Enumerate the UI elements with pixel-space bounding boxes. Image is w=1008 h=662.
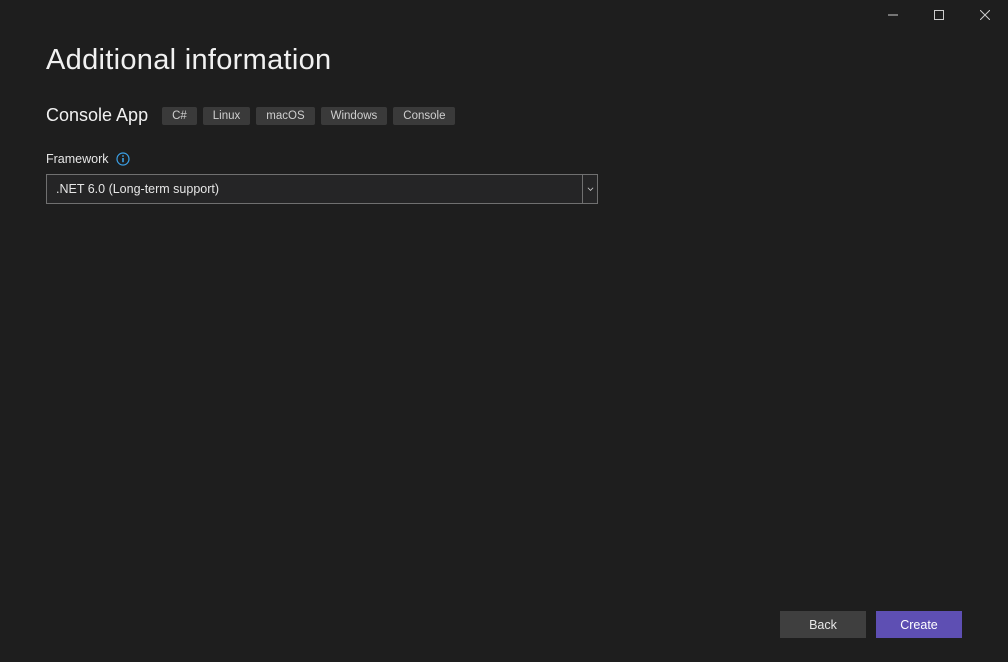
- framework-label-row: Framework: [46, 152, 962, 166]
- page-title: Additional information: [46, 44, 962, 77]
- tag-console: Console: [393, 107, 455, 125]
- content-area: Additional information Console App C# Li…: [0, 30, 1008, 204]
- project-type-row: Console App C# Linux macOS Windows Conso…: [46, 105, 962, 126]
- close-icon: [980, 10, 990, 20]
- minimize-button[interactable]: [870, 0, 916, 30]
- tag-windows: Windows: [321, 107, 388, 125]
- titlebar: [0, 0, 1008, 30]
- project-type-name: Console App: [46, 105, 148, 126]
- framework-dropdown[interactable]: .NET 6.0 (Long-term support): [46, 174, 598, 204]
- back-button[interactable]: Back: [780, 611, 866, 638]
- tag-macos: macOS: [256, 107, 314, 125]
- maximize-button[interactable]: [916, 0, 962, 30]
- framework-dropdown-value: .NET 6.0 (Long-term support): [47, 175, 583, 203]
- project-tags: C# Linux macOS Windows Console: [162, 107, 455, 125]
- footer-buttons: Back Create: [780, 611, 962, 638]
- close-button[interactable]: [962, 0, 1008, 30]
- minimize-icon: [888, 10, 898, 20]
- chevron-down-icon: [583, 175, 597, 203]
- framework-label: Framework: [46, 152, 109, 166]
- maximize-icon: [934, 10, 944, 20]
- tag-csharp: C#: [162, 107, 197, 125]
- create-button[interactable]: Create: [876, 611, 962, 638]
- info-icon[interactable]: [116, 152, 130, 166]
- tag-linux: Linux: [203, 107, 251, 125]
